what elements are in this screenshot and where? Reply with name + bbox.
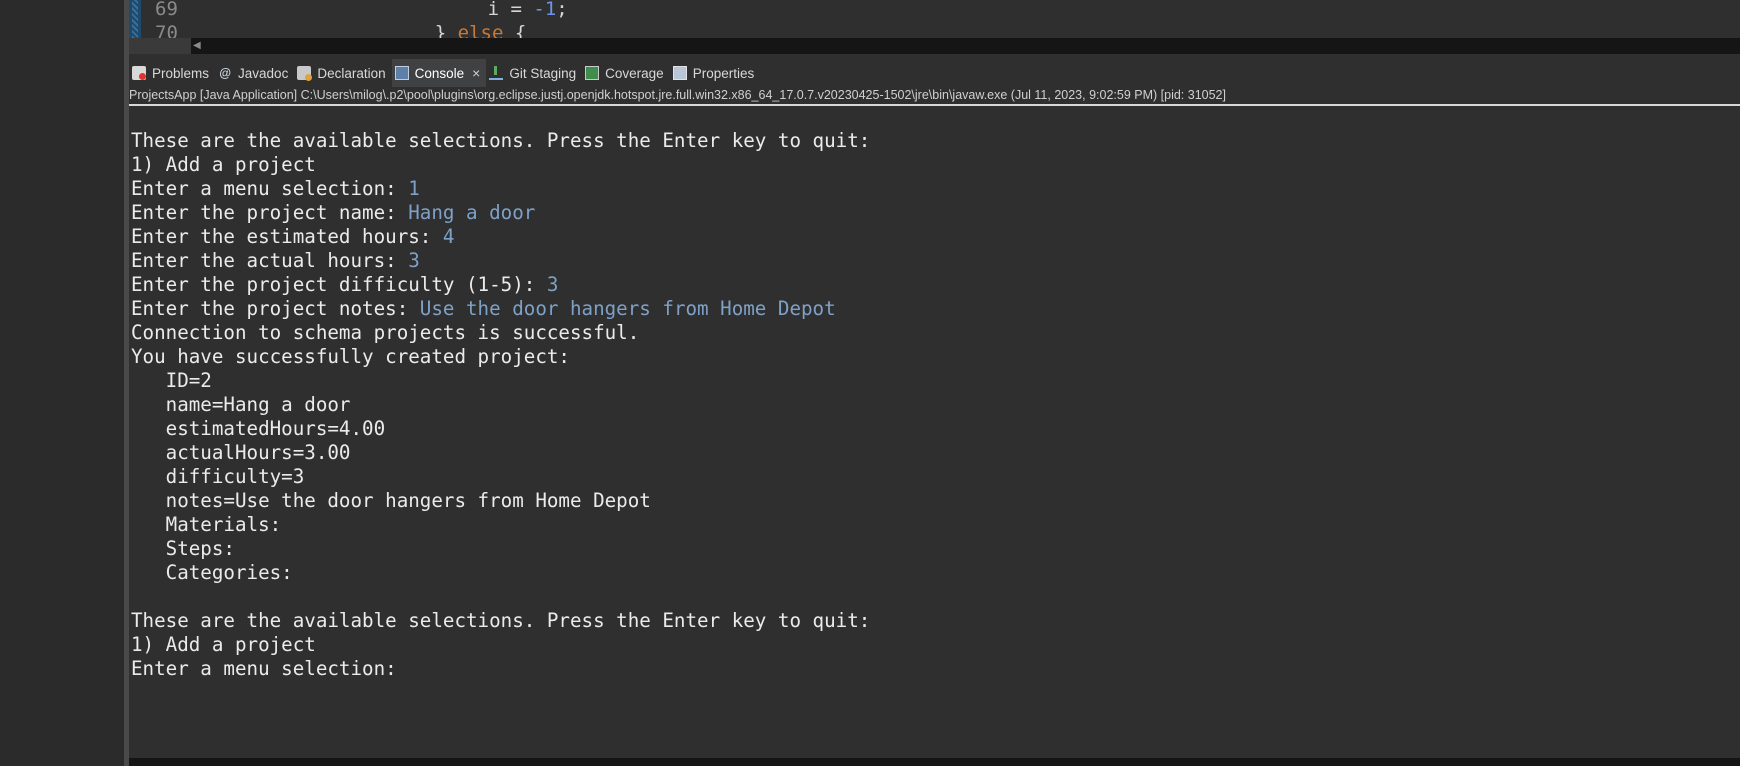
console-line: difficulty=3 <box>131 465 305 488</box>
console-user-input: 3 <box>408 249 420 272</box>
console-output[interactable]: These are the available selections. Pres… <box>129 108 1740 758</box>
tab-label: Coverage <box>605 65 664 81</box>
tab-label: Git Staging <box>509 65 577 81</box>
console-line: Enter the estimated hours: 4 <box>131 225 454 248</box>
code-line[interactable]: } else { <box>389 22 527 38</box>
properties-icon <box>672 66 687 80</box>
tab-console[interactable]: Console × <box>391 59 487 87</box>
console-text-segment: ID=2 <box>131 369 212 392</box>
scroll-left-arrow-icon[interactable]: ◀ <box>193 40 201 52</box>
console-text-segment: Enter the actual hours: <box>131 249 409 272</box>
code-text: i = <box>419 0 534 20</box>
tab-problems[interactable]: Problems <box>129 59 215 87</box>
tab-label: Declaration <box>317 65 386 81</box>
console-line: Connection to schema projects is success… <box>131 321 639 344</box>
code-text: ; <box>556 0 568 20</box>
code-editor[interactable]: 69 i = -1; 70 } else { <box>129 0 1740 38</box>
line-number: 69 <box>155 0 178 20</box>
console-line: Enter the project name: Hang a door <box>131 201 535 224</box>
tab-label: Problems <box>152 65 210 81</box>
console-line: Enter the actual hours: 3 <box>131 249 420 272</box>
console-text-segment: Enter a menu selection: <box>131 657 409 680</box>
console-horizontal-scrollbar[interactable] <box>129 758 1740 766</box>
eclipse-window: 69 i = -1; 70 } else { ◀ Problems @ Java… <box>0 0 1740 766</box>
coverage-icon <box>585 66 600 80</box>
tab-label: Properties <box>692 65 755 81</box>
console-user-input: Hang a door <box>408 201 536 224</box>
console-line: Enter the project notes: Use the door ha… <box>131 297 836 320</box>
tab-declaration[interactable]: Declaration <box>294 59 391 87</box>
console-line: Enter the project difficulty (1-5): 3 <box>131 273 558 296</box>
close-icon[interactable]: × <box>472 65 480 81</box>
code-keyword: else <box>457 22 504 38</box>
editor-horizontal-scrollbar[interactable]: ◀ <box>129 38 1740 54</box>
console-line: name=Hang a door <box>131 393 351 416</box>
console-text-segment: name=Hang a door <box>131 393 351 416</box>
console-text-segment: Enter the project difficulty (1-5): <box>131 273 547 296</box>
console-user-input: 1 <box>408 177 420 200</box>
console-line: estimatedHours=4.00 <box>131 417 386 440</box>
console-line: Steps: <box>131 537 235 560</box>
console-line: ID=2 <box>131 369 212 392</box>
console-text-segment: Enter a menu selection: <box>131 177 409 200</box>
code-text: } <box>389 22 458 38</box>
tab-coverage[interactable]: Coverage <box>582 59 670 87</box>
code-line[interactable]: i = -1; <box>419 0 568 20</box>
console-text-segment: Connection to schema projects is success… <box>131 321 640 344</box>
console-icon <box>394 66 409 80</box>
console-process-label: ProjectsApp [Java Application] C:\Users\… <box>129 87 1740 106</box>
console-text-segment: 1) Add a project <box>131 153 316 176</box>
git-staging-icon <box>489 66 504 80</box>
console-text-segment: Enter the project notes: <box>131 297 420 320</box>
console-text-segment: notes=Use the door hangers from Home Dep… <box>131 489 651 512</box>
console-line: Enter a menu selection: 1 <box>131 177 420 200</box>
code-text: { <box>503 22 527 38</box>
tab-label: Console <box>414 65 465 81</box>
console-user-input: 3 <box>546 273 559 296</box>
code-number: -1 <box>533 0 557 20</box>
console-line: Categories: <box>131 561 293 584</box>
tab-javadoc[interactable]: @ Javadoc <box>215 59 294 87</box>
javadoc-icon: @ <box>219 66 231 80</box>
line-number: 70 <box>155 22 178 38</box>
console-line: 1) Add a project <box>131 633 316 656</box>
console-text-segment: 1) Add a project <box>131 633 316 656</box>
console-text-segment: estimatedHours=4.00 <box>131 417 386 440</box>
console-line: actualHours=3.00 <box>131 441 351 464</box>
console-line: These are the available selections. Pres… <box>131 129 870 152</box>
change-marker-stripes <box>132 0 138 38</box>
console-line: 1) Add a project <box>131 153 316 176</box>
console-text-segment: Steps: <box>131 537 235 560</box>
tab-properties[interactable]: Properties <box>670 59 761 87</box>
console-text-segment: Enter the estimated hours: <box>131 225 443 248</box>
console-user-input: Use the door hangers from Home Depot <box>419 297 836 320</box>
console-line: notes=Use the door hangers from Home Dep… <box>131 489 651 512</box>
console-text-segment: actualHours=3.00 <box>131 441 351 464</box>
console-line: Materials: <box>131 513 282 536</box>
console-text[interactable]: These are the available selections. Pres… <box>129 108 1740 681</box>
console-text-segment: difficulty=3 <box>131 465 305 488</box>
console-line: You have successfully created project: <box>131 345 570 368</box>
console-text-segment: You have successfully created project: <box>131 345 570 368</box>
console-text-segment: Categories: <box>131 561 293 584</box>
console-text-segment: Enter the project name: <box>131 201 409 224</box>
console-text-segment: Materials: <box>131 513 282 536</box>
declaration-icon <box>297 66 313 81</box>
scrollbar-track[interactable] <box>191 38 1740 54</box>
console-text-segment: These are the available selections. Pres… <box>131 609 871 632</box>
tab-label: Javadoc <box>238 65 289 81</box>
console-user-input: 4 <box>442 225 455 248</box>
console-line: These are the available selections. Pres… <box>131 609 870 632</box>
console-line: Enter a menu selection: <box>131 657 408 680</box>
tab-git-staging[interactable]: Git Staging <box>486 59 582 87</box>
views-tab-bar: Problems @ Javadoc Declaration Console ×… <box>129 59 1740 87</box>
console-text-segment: These are the available selections. Pres… <box>131 129 871 152</box>
left-panel-area <box>0 0 124 766</box>
problems-icon <box>132 66 146 80</box>
